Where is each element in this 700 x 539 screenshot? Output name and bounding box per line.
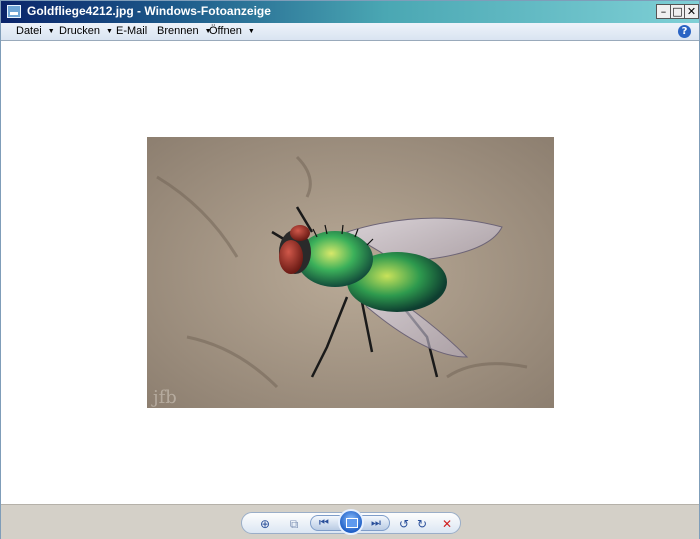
menu-label: E-Mail xyxy=(116,25,148,37)
menu-drucken[interactable]: Drucken ▼ xyxy=(59,25,113,37)
menu-email[interactable]: E-Mail xyxy=(116,25,147,37)
actual-size-icon[interactable]: ⧉ xyxy=(286,516,302,532)
next-button[interactable]: ⏭ xyxy=(367,515,385,531)
slideshow-button[interactable] xyxy=(338,509,364,535)
zoom-icon[interactable]: ⊕ xyxy=(256,516,274,532)
fly-photo: jfb xyxy=(147,137,554,408)
menu-label: Drucken xyxy=(59,25,100,37)
minimize-button[interactable]: – xyxy=(656,4,671,19)
menu-label: Brennen xyxy=(157,25,199,37)
watermark-signature: jfb xyxy=(151,387,177,408)
maximize-button[interactable]: □ xyxy=(670,4,685,19)
dropdown-arrow-icon: ▼ xyxy=(47,28,55,35)
playback-controls: ⊕ ⧉ ⏮ ⏭ ↺ ↻ ✕ xyxy=(241,509,461,535)
close-button[interactable]: ✕ xyxy=(684,4,699,19)
title-bar[interactable]: Goldfliege4212.jpg - Windows-Fotoanzeige… xyxy=(1,1,699,23)
rotate-left-icon[interactable]: ↺ xyxy=(396,516,412,532)
image-viewport: jfb xyxy=(1,41,699,504)
menu-label: Öffnen xyxy=(209,25,242,37)
delete-icon[interactable]: ✕ xyxy=(440,516,454,532)
dropdown-arrow-icon: ▼ xyxy=(105,28,113,35)
menu-bar: Datei ▼ Drucken ▼ E-Mail Brennen ▼ Öffnen ▼ … xyxy=(1,23,699,41)
previous-button[interactable]: ⏮ xyxy=(315,515,333,531)
menu-label: Datei xyxy=(16,25,42,37)
menu-datei[interactable]: Datei ▼ xyxy=(16,25,55,37)
photo-viewer-window: Goldfliege4212.jpg - Windows-Fotoanzeige… xyxy=(0,0,700,539)
bottom-toolbar: ⊕ ⧉ ⏮ ⏭ ↺ ↻ ✕ xyxy=(1,504,699,539)
dropdown-arrow-icon: ▼ xyxy=(247,28,255,35)
menu-oeffnen[interactable]: Öffnen ▼ xyxy=(209,25,255,37)
window-title: Goldfliege4212.jpg - Windows-Fotoanzeige xyxy=(27,4,271,18)
app-icon xyxy=(7,5,21,18)
rotate-right-icon[interactable]: ↻ xyxy=(414,516,430,532)
menu-brennen[interactable]: Brennen ▼ xyxy=(157,25,212,37)
help-icon[interactable]: ? xyxy=(678,25,691,38)
